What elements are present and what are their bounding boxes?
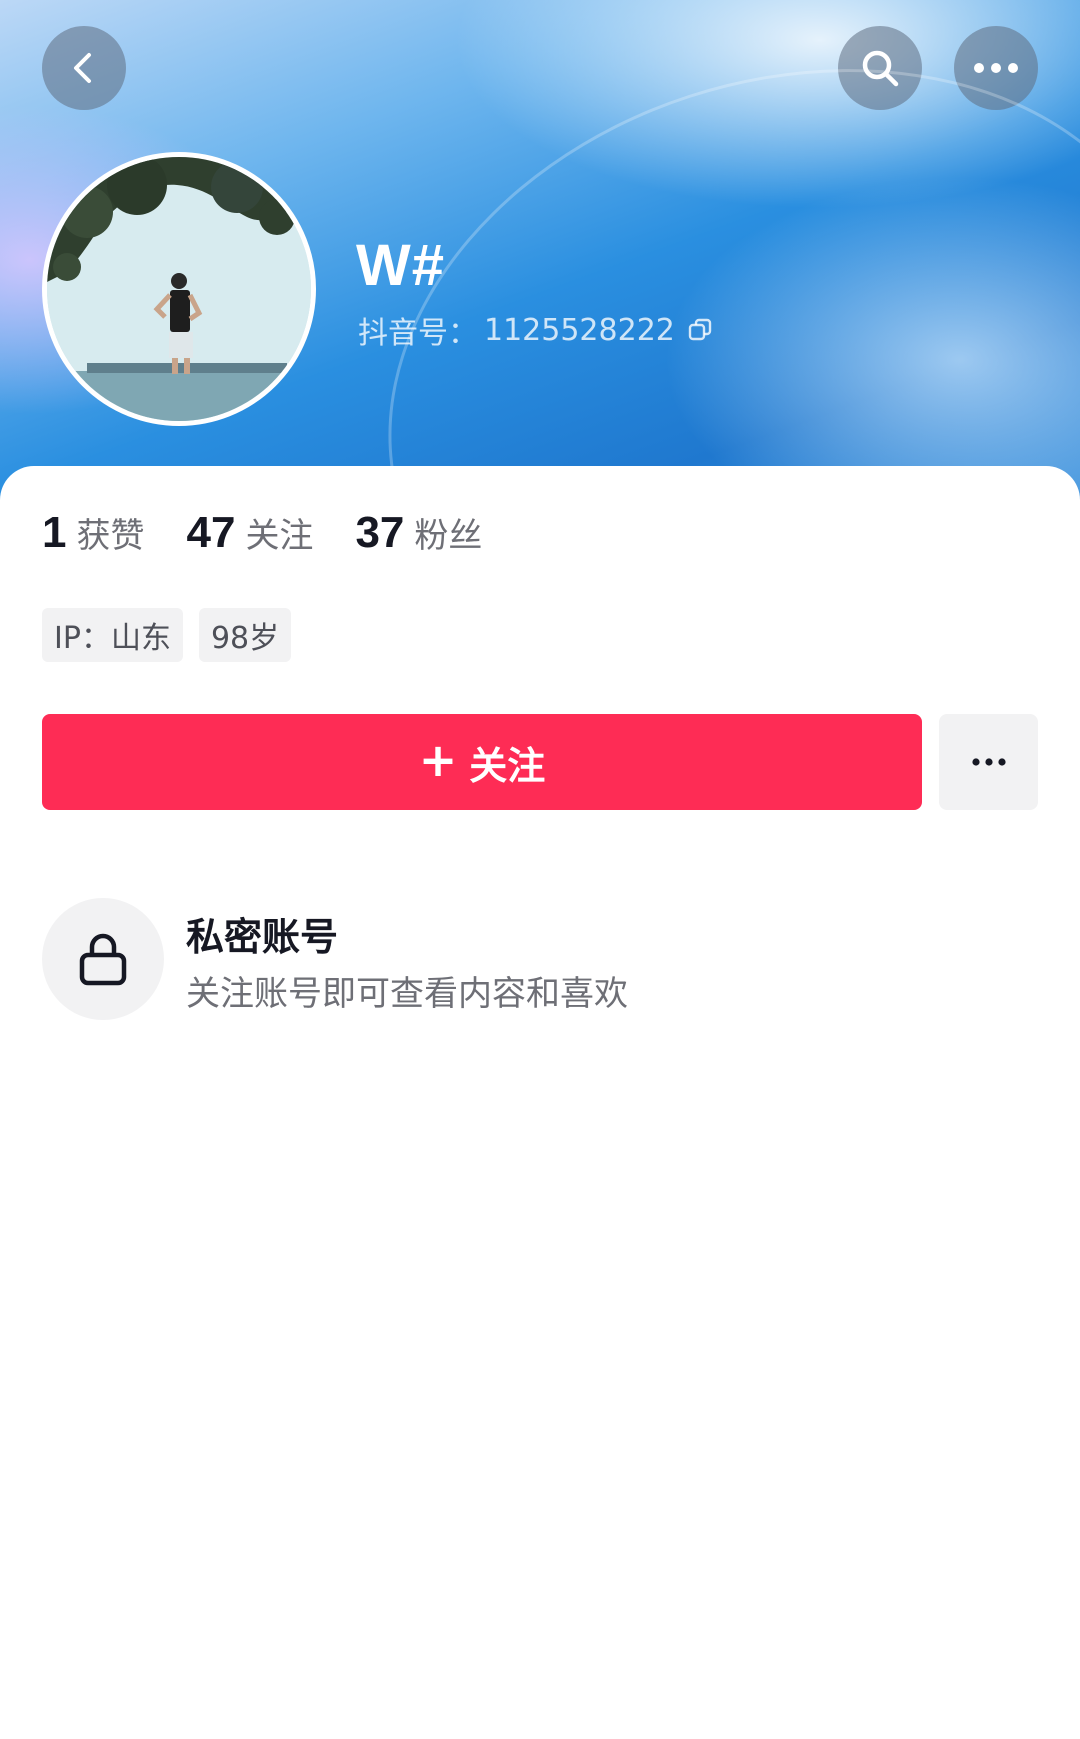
douyin-id-value: 1125528222 [484, 312, 675, 348]
private-title: 私密账号 [186, 915, 339, 959]
back-button[interactable] [42, 26, 126, 110]
ip-location-tag: IP：山东 [42, 608, 183, 662]
douyin-id-row[interactable]: 抖音号： 1125528222 [358, 308, 713, 352]
follow-button[interactable]: + 关注 [42, 714, 922, 810]
follow-button-label: 关注 [469, 743, 546, 788]
lock-icon [79, 933, 127, 986]
avatar-photo [47, 157, 311, 421]
private-account-notice: 私密账号 关注账号即可查看内容和喜欢 [42, 898, 1042, 1022]
avatar[interactable] [42, 152, 316, 426]
more-horizontal-icon [971, 758, 1006, 766]
stat-likes-label: 获赞 [76, 516, 145, 556]
stat-following-label: 关注 [245, 516, 314, 556]
profile-page: W# 抖音号： 1125528222 1 获赞 47 关注 37 粉丝 IP：山… [0, 0, 1080, 1739]
stat-followers-label: 粉丝 [414, 516, 483, 556]
more-horizontal-icon [974, 63, 1018, 73]
nickname: W# [356, 233, 445, 298]
profile-more-button[interactable] [939, 714, 1038, 810]
stat-following-value: 47 [186, 508, 236, 557]
profile-card: 1 获赞 47 关注 37 粉丝 IP：山东 98岁 + 关注 私密账号 关注账… [0, 466, 1080, 1739]
search-icon [862, 50, 899, 87]
search-button[interactable] [838, 26, 922, 110]
private-description: 关注账号即可查看内容和喜欢 [186, 974, 628, 1014]
stat-followers-value: 37 [355, 508, 405, 557]
more-options-button[interactable] [954, 26, 1038, 110]
douyin-id-label: 抖音号： [358, 316, 478, 351]
stats-row: 1 获赞 47 关注 37 粉丝 [42, 508, 524, 558]
age-tag: 98岁 [198, 608, 292, 662]
profile-tags: IP：山东 98岁 [42, 608, 292, 662]
stat-following[interactable]: 47 关注 [186, 508, 313, 558]
plus-icon: + [418, 733, 458, 787]
copy-icon[interactable] [687, 317, 713, 343]
chevron-left-icon [74, 53, 91, 83]
profile-banner: W# 抖音号： 1125528222 [0, 0, 1080, 500]
stat-likes-value: 1 [42, 508, 67, 557]
lock-icon-circle [42, 898, 164, 1020]
stat-followers[interactable]: 37 粉丝 [355, 508, 482, 558]
stat-likes[interactable]: 1 获赞 [42, 508, 144, 558]
